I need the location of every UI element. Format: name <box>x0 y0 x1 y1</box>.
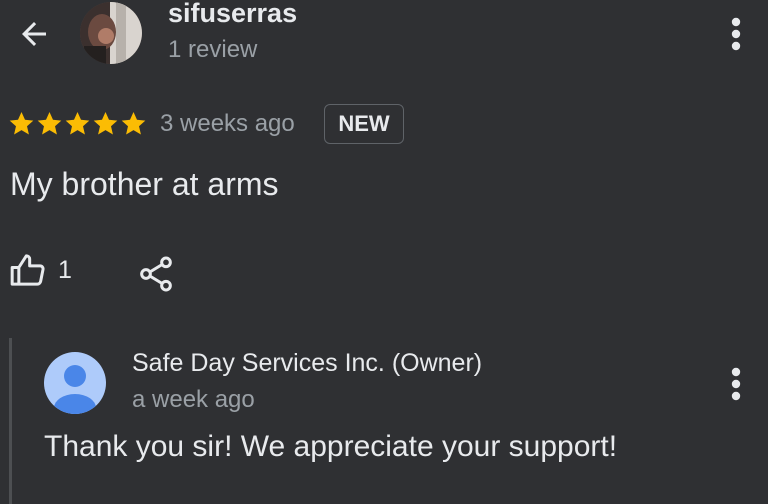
like-count: 1 <box>58 255 72 284</box>
back-button[interactable] <box>12 12 56 56</box>
more-vert-icon <box>731 17 741 51</box>
user-photo <box>80 2 142 64</box>
username[interactable]: sifuserras <box>168 0 297 29</box>
share-icon <box>140 256 172 292</box>
review-time: 3 weeks ago <box>160 110 295 137</box>
more-options-button[interactable] <box>720 12 752 56</box>
star-rating <box>8 110 147 137</box>
thumb-up-icon <box>10 254 45 286</box>
person-icon <box>54 365 96 414</box>
user-avatar[interactable] <box>80 2 142 64</box>
review-detail-screen: sifuserras 1 review 3 weeks ago NEW My b… <box>0 0 768 504</box>
arrow-back-icon <box>22 22 46 46</box>
reply-divider <box>9 338 12 504</box>
star-filled-icon <box>65 112 90 135</box>
owner-avatar <box>44 352 106 414</box>
star-filled-icon <box>37 112 62 135</box>
owner-name: Safe Day Services Inc. (Owner) <box>132 349 483 377</box>
star-filled-icon <box>93 112 118 135</box>
owner-reply-text: Thank you sir! We appreciate your suppor… <box>44 430 618 463</box>
star-filled-icon <box>121 112 146 135</box>
owner-reply-time: a week ago <box>132 386 255 413</box>
share-button[interactable] <box>136 254 176 294</box>
review-count: 1 review <box>168 36 258 63</box>
reply-more-options-button[interactable] <box>720 362 752 406</box>
new-badge: NEW <box>324 104 404 144</box>
star-filled-icon <box>9 112 34 135</box>
review-text: My brother at arms <box>10 166 279 202</box>
more-vert-icon <box>731 367 741 401</box>
like-button[interactable]: 1 <box>8 250 72 290</box>
